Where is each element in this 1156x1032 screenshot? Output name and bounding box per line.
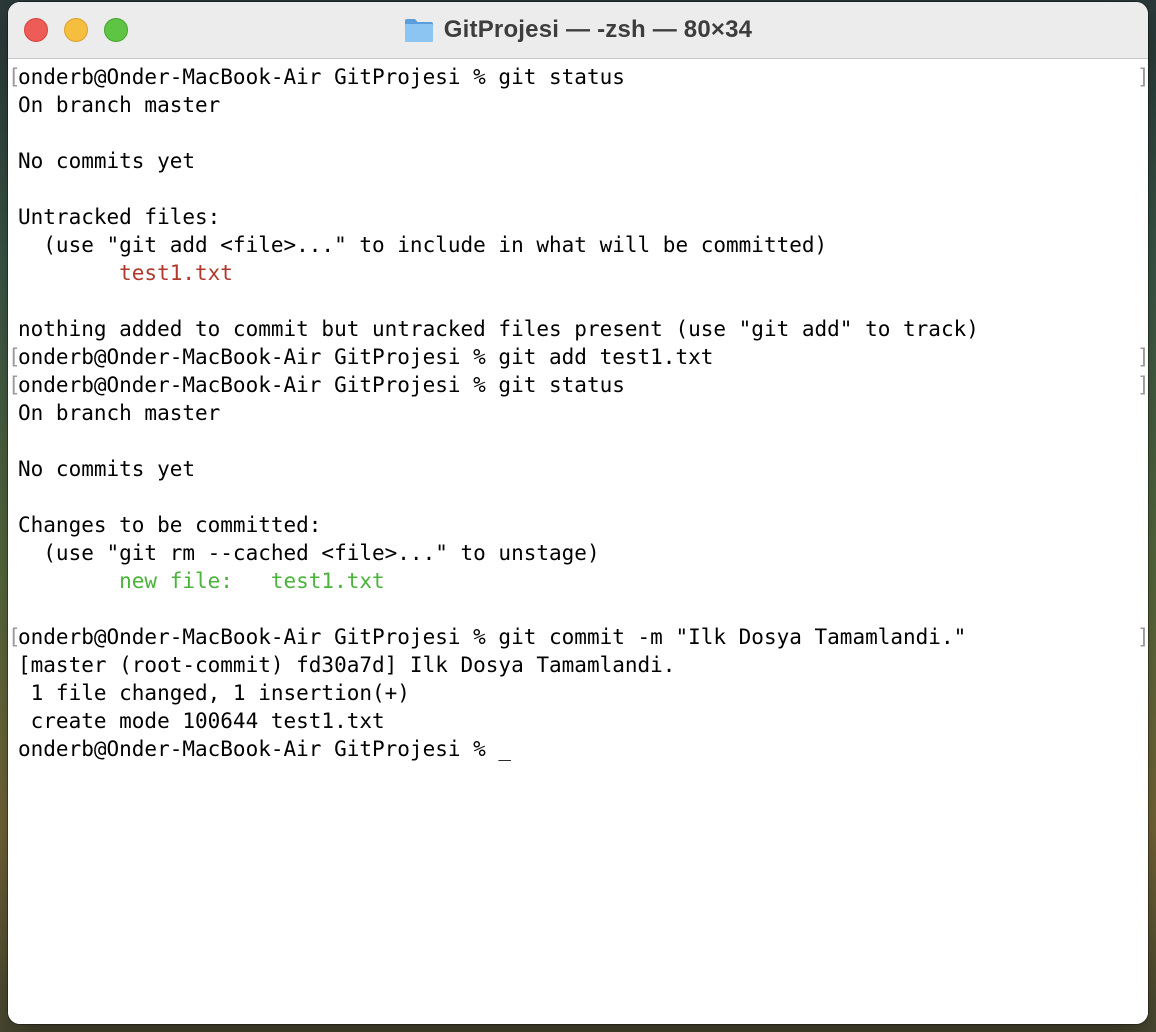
line-mark-left: [ [8,625,21,649]
terminal-content[interactable]: onderb@Onder-MacBook-Air GitProjesi % gi… [8,59,1148,1024]
line-mark-left: [ [8,345,21,369]
terminal-output-line: [master (root-commit) fd30a7d] Ilk Dosya… [18,653,676,677]
window-title: GitProjesi — -zsh — 80×34 [443,16,753,43]
line-mark-right: ] [1137,371,1148,399]
line-mark-right: ] [1137,63,1148,91]
terminal-prompt-line: onderb@Onder-MacBook-Air GitProjesi % gi… [18,373,625,397]
line-mark-right: ] [1137,343,1148,371]
terminal-output-line: Untracked files: [18,205,221,229]
terminal-output-line: No commits yet [18,457,196,481]
title-bar[interactable]: GitProjesi — -zsh — 80×34 [8,2,1148,59]
terminal-output-line: (use "git rm --cached <file>..." to unst… [18,541,600,565]
line-mark-left: [ [8,373,21,397]
terminal-prompt-line: onderb@Onder-MacBook-Air GitProjesi % _ [18,737,512,761]
terminal-output-line: On branch master [18,93,221,117]
window-title-group: GitProjesi — -zsh — 80×34 [8,2,1148,58]
terminal-output-line: test1.txt [18,261,233,285]
line-mark-left: [ [8,65,21,89]
terminal-prompt-line: onderb@Onder-MacBook-Air GitProjesi % gi… [18,65,625,89]
terminal-prompt-line: onderb@Onder-MacBook-Air GitProjesi % gi… [18,625,967,649]
terminal-window: GitProjesi — -zsh — 80×34 onderb@Onder-M… [8,2,1148,1024]
terminal-output-line: No commits yet [18,149,196,173]
terminal-output-line: On branch master [18,401,221,425]
terminal-output-line: create mode 100644 test1.txt [18,709,385,733]
terminal-prompt-line: onderb@Onder-MacBook-Air GitProjesi % gi… [18,345,714,369]
terminal-output-line: 1 file changed, 1 insertion(+) [18,681,410,705]
terminal-output-line: new file: test1.txt [18,569,385,593]
line-mark-right: ] [1137,623,1148,651]
folder-icon [404,19,433,42]
terminal-output-line: (use "git add <file>..." to include in w… [18,233,828,257]
terminal-output-line: nothing added to commit but untracked fi… [18,317,979,341]
terminal-output-line: Changes to be committed: [18,513,322,537]
